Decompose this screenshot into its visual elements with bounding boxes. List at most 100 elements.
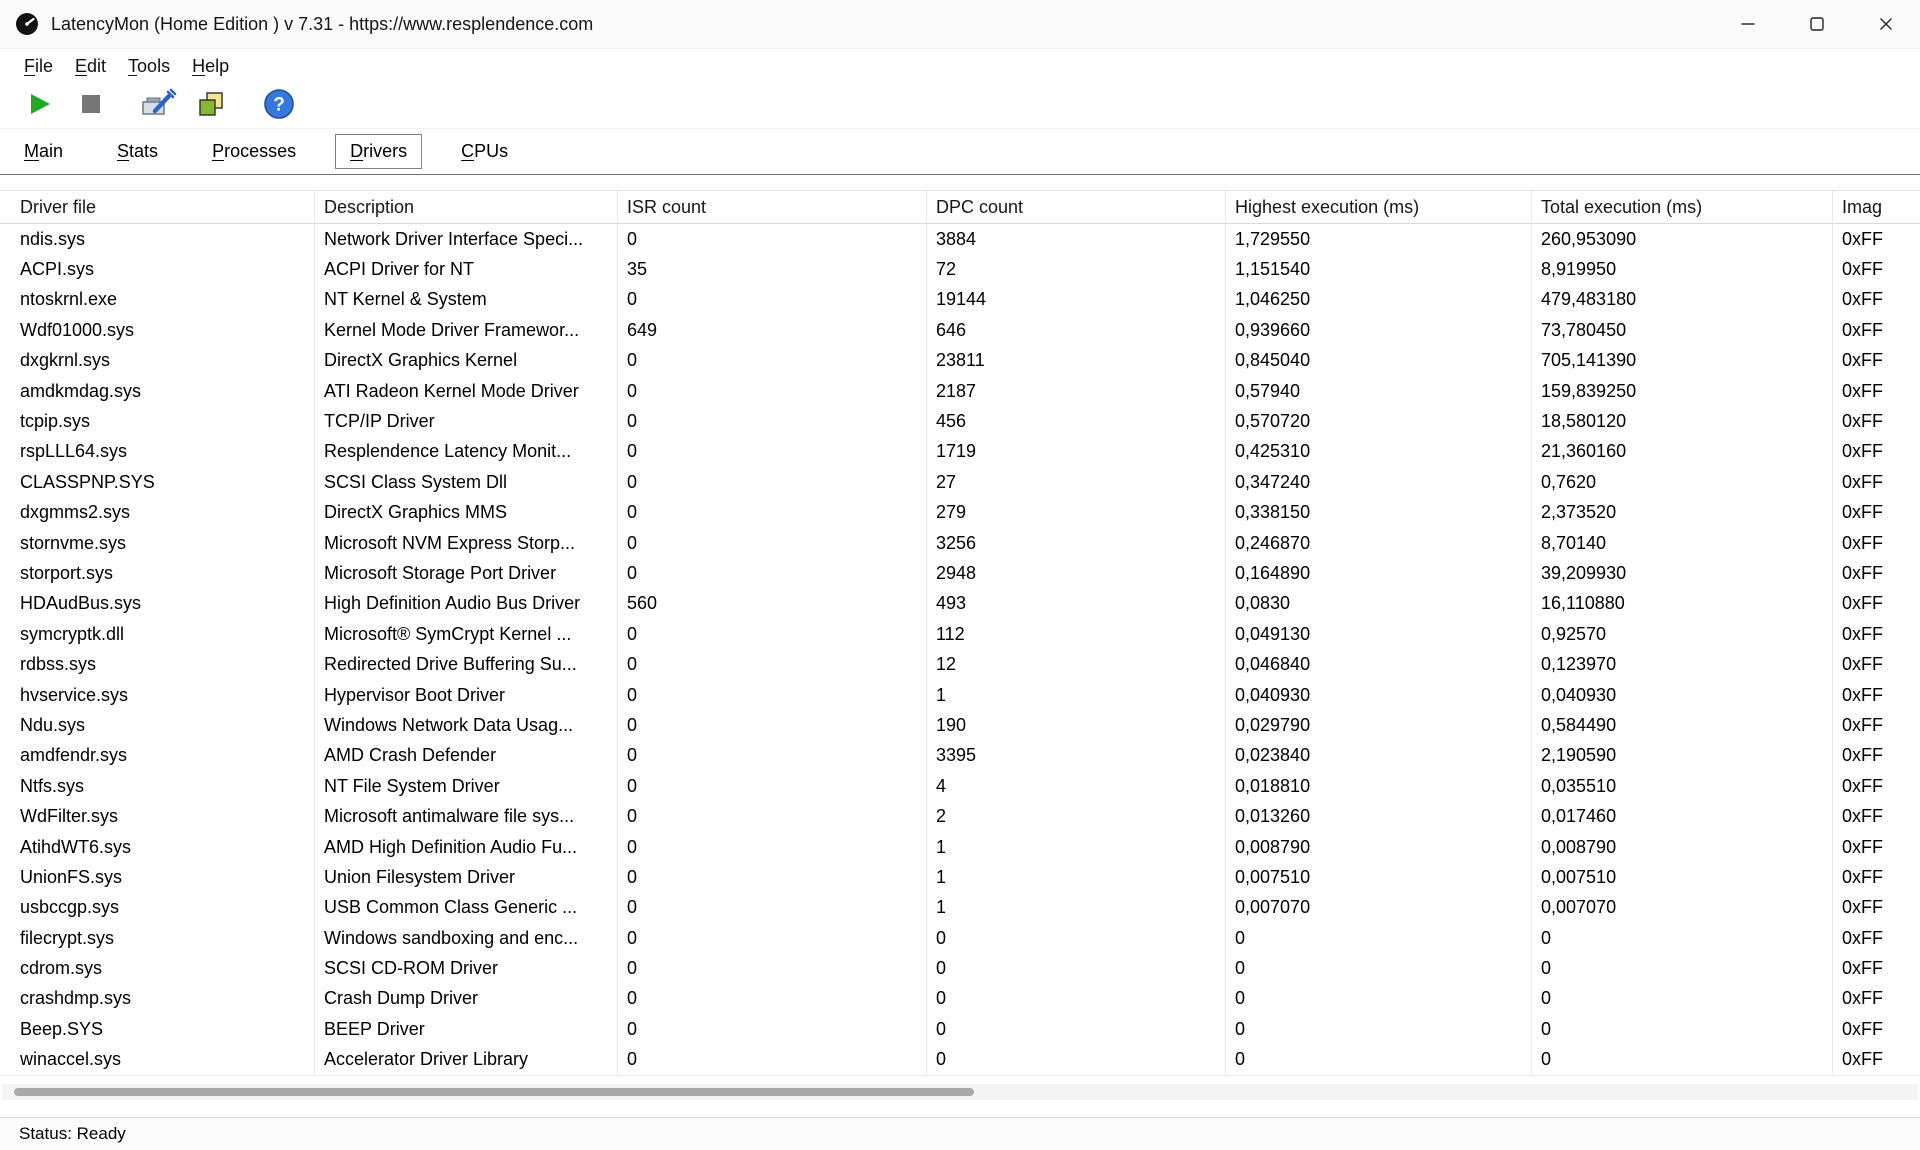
table-cell: USB Common Class Generic ... [315,893,618,923]
table-row[interactable]: cdrom.sysSCSI CD-ROM Driver00000xFF [0,953,1920,983]
table-row[interactable]: winaccel.sysAccelerator Driver Library00… [0,1045,1920,1075]
table-row[interactable]: rdbss.sysRedirected Drive Buffering Su..… [0,649,1920,679]
table-cell: 0 [1226,1014,1532,1044]
driver-options-button[interactable] [138,86,180,126]
table-cell: 0xFF [1833,558,1920,588]
menu-file[interactable]: File [13,53,64,80]
column-header-total-execution[interactable]: Total execution (ms) [1532,191,1833,223]
menu-edit[interactable]: Edit [64,53,117,80]
table-row[interactable]: dxgmms2.sysDirectX Graphics MMS02790,338… [0,498,1920,528]
table-cell: 0,007510 [1532,862,1833,892]
table-cell: NT Kernel & System [315,285,618,315]
tab-cpus[interactable]: CPUs [446,134,523,169]
table-cell: 0,008790 [1226,832,1532,862]
copy-report-button[interactable] [190,86,232,126]
titlebar[interactable]: LatencyMon (Home Edition ) v 7.31 - http… [0,0,1920,49]
tab-main[interactable]: Main [9,134,78,169]
table-cell: TCP/IP Driver [315,406,618,436]
maximize-button[interactable] [1782,0,1851,48]
table-row[interactable]: HDAudBus.sysHigh Definition Audio Bus Dr… [0,589,1920,619]
table-cell: 190 [927,710,1226,740]
table-row[interactable]: amdkmdag.sysATI Radeon Kernel Mode Drive… [0,376,1920,406]
table-cell: 0 [618,984,927,1014]
menu-tools[interactable]: Tools [117,53,181,80]
table-cell: DirectX Graphics MMS [315,498,618,528]
app-icon[interactable] [14,11,40,37]
table-cell: 0,007070 [1226,893,1532,923]
table-row[interactable]: ntoskrnl.exeNT Kernel & System0191441,04… [0,285,1920,315]
horizontal-scrollbar[interactable] [2,1084,1918,1100]
column-header-image-base[interactable]: Imag [1833,191,1920,223]
table-row[interactable]: symcryptk.dllMicrosoft® SymCrypt Kernel … [0,619,1920,649]
table-cell: 0,123970 [1532,649,1833,679]
table-cell: 0,845040 [1226,346,1532,376]
column-header-driver-file[interactable]: Driver file [0,191,315,223]
help-button[interactable]: ? [258,86,300,126]
table-row[interactable]: crashdmp.sysCrash Dump Driver00000xFF [0,984,1920,1014]
table-cell: 0xFF [1833,498,1920,528]
table-cell: HDAudBus.sys [0,589,315,619]
table-row[interactable]: tcpip.sysTCP/IP Driver04560,57072018,580… [0,406,1920,436]
table-cell: 0xFF [1833,862,1920,892]
table-cell: Windows sandboxing and enc... [315,923,618,953]
tab-main-accel: M [24,141,39,161]
table-cell: 0 [927,1045,1226,1075]
table-cell: 0 [618,528,927,558]
table-row[interactable]: ACPI.sysACPI Driver for NT35721,1515408,… [0,254,1920,284]
column-header-description[interactable]: Description [315,191,618,223]
table-row[interactable]: stornvme.sysMicrosoft NVM Express Storp.… [0,528,1920,558]
column-header-isr-count[interactable]: ISR count [618,191,927,223]
tab-drivers[interactable]: Drivers [335,134,422,169]
table-cell: 0xFF [1833,649,1920,679]
table-cell: 39,209930 [1532,558,1833,588]
table-row[interactable]: UnionFS.sysUnion Filesystem Driver010,00… [0,862,1920,892]
table-cell: 0 [618,801,927,831]
table-row[interactable]: filecrypt.sysWindows sandboxing and enc.… [0,923,1920,953]
table-row[interactable]: dxgkrnl.sysDirectX Graphics Kernel023811… [0,346,1920,376]
copy-icon [196,89,226,122]
scrollbar-thumb[interactable] [14,1088,974,1096]
table-cell: Resplendence Latency Monit... [315,437,618,467]
table-row[interactable]: rspLLL64.sysResplendence Latency Monit..… [0,437,1920,467]
table-cell: 112 [927,619,1226,649]
table-cell: 260,953090 [1532,224,1833,254]
help-icon: ? [263,88,295,123]
table-row[interactable]: Beep.SYSBEEP Driver00000xFF [0,1014,1920,1044]
column-header-dpc-count[interactable]: DPC count [927,191,1226,223]
table-row[interactable]: Wdf01000.sysKernel Mode Driver Framewor.… [0,315,1920,345]
close-button[interactable] [1851,0,1920,48]
table-cell: 649 [618,315,927,345]
table-row[interactable]: CLASSPNP.SYSSCSI Class System Dll0270,34… [0,467,1920,497]
table-cell: 0,57940 [1226,376,1532,406]
svg-text:?: ? [273,95,285,116]
tab-drivers-accel: D [350,141,363,161]
menu-help[interactable]: Help [181,53,240,80]
table-row[interactable]: AtihdWT6.sysAMD High Definition Audio Fu… [0,832,1920,862]
table-cell: 0,92570 [1532,619,1833,649]
start-monitor-button[interactable] [18,86,60,126]
table-row[interactable]: hvservice.sysHypervisor Boot Driver010,0… [0,680,1920,710]
table-row[interactable]: WdFilter.sysMicrosoft antimalware file s… [0,801,1920,831]
table-cell: 0,584490 [1532,710,1833,740]
table-cell: hvservice.sys [0,680,315,710]
tab-processes[interactable]: Processes [197,134,311,169]
table-cell: ACPI Driver for NT [315,254,618,284]
table-row[interactable]: amdfendr.sysAMD Crash Defender033950,023… [0,741,1920,771]
column-header-highest-execution[interactable]: Highest execution (ms) [1226,191,1532,223]
table-cell: 19144 [927,285,1226,315]
table-cell: 0,7620 [1532,467,1833,497]
scroll-gap [0,1076,1920,1084]
table-cell: 0 [618,862,927,892]
table-row[interactable]: Ndu.sysWindows Network Data Usag...01900… [0,710,1920,740]
table-row[interactable]: Ntfs.sysNT File System Driver040,0188100… [0,771,1920,801]
tab-stats[interactable]: Stats [102,134,173,169]
table-cell: 0 [1532,1014,1833,1044]
table-row[interactable]: storport.sysMicrosoft Storage Port Drive… [0,558,1920,588]
table-row[interactable]: usbccgp.sysUSB Common Class Generic ...0… [0,893,1920,923]
minimize-button[interactable] [1713,0,1782,48]
table-cell: Crash Dump Driver [315,984,618,1014]
table-cell: storport.sys [0,558,315,588]
stop-monitor-button[interactable] [70,86,112,126]
window-title: LatencyMon (Home Edition ) v 7.31 - http… [51,14,593,35]
table-row[interactable]: ndis.sysNetwork Driver Interface Speci..… [0,224,1920,254]
